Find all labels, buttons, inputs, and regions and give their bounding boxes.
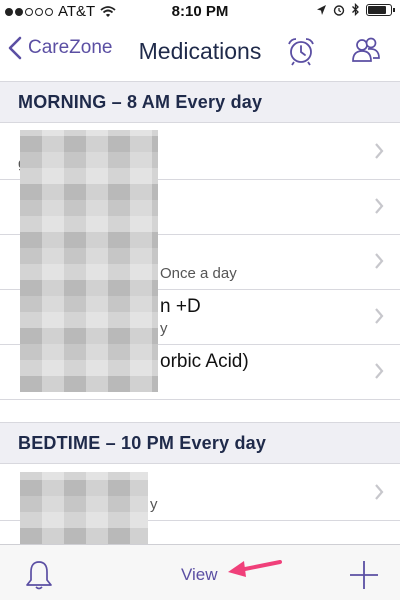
chevron-right-icon bbox=[375, 253, 384, 269]
status-right bbox=[316, 3, 395, 16]
add-button[interactable] bbox=[348, 559, 380, 596]
chevron-left-icon bbox=[8, 36, 22, 60]
battery-icon bbox=[366, 3, 395, 16]
plus-icon bbox=[350, 561, 378, 589]
medication-row[interactable] bbox=[0, 180, 400, 235]
medication-name: orbic Acid) bbox=[160, 351, 249, 372]
medication-schedule: g • Once a day bbox=[18, 155, 117, 172]
medication-schedule: Once a day bbox=[160, 265, 237, 282]
medication-row[interactable]: Once a day bbox=[0, 235, 400, 290]
alarm-status-icon bbox=[333, 4, 345, 16]
alarm-button[interactable] bbox=[286, 36, 316, 71]
people-icon bbox=[352, 37, 380, 62]
medication-row[interactable]: y bbox=[0, 466, 400, 521]
chevron-right-icon bbox=[375, 143, 384, 159]
back-button[interactable]: CareZone bbox=[8, 36, 113, 60]
medication-schedule: y bbox=[150, 496, 158, 513]
medication-schedule: y bbox=[160, 320, 168, 337]
chevron-right-icon bbox=[375, 484, 384, 500]
medication-name: n +D bbox=[160, 296, 201, 317]
people-button[interactable] bbox=[350, 36, 382, 69]
alarm-clock-icon bbox=[288, 38, 314, 66]
tab-bar: View bbox=[0, 544, 400, 600]
chevron-right-icon bbox=[375, 363, 384, 379]
bluetooth-icon bbox=[352, 3, 359, 16]
section-header-morning: MORNING – 8 AM Every day bbox=[0, 81, 400, 123]
medication-row[interactable]: n +D y bbox=[0, 290, 400, 345]
chevron-right-icon bbox=[375, 198, 384, 214]
back-button-label: CareZone bbox=[28, 37, 113, 58]
section-header-label: BEDTIME – 10 PM Every day bbox=[18, 433, 267, 453]
location-arrow-icon bbox=[317, 4, 326, 15]
nav-bar: CareZone Medications bbox=[0, 22, 400, 80]
notifications-button[interactable] bbox=[24, 559, 54, 596]
section-header-bedtime: BEDTIME – 10 PM Every day bbox=[0, 422, 400, 464]
medication-row[interactable]: g • Once a day bbox=[0, 125, 400, 180]
bell-icon bbox=[26, 561, 52, 590]
section-header-label: MORNING – 8 AM Every day bbox=[18, 92, 263, 112]
medication-row[interactable]: orbic Acid) bbox=[0, 345, 400, 400]
chevron-right-icon bbox=[375, 308, 384, 324]
view-button[interactable]: View bbox=[181, 565, 218, 585]
status-bar: AT&T 8:10 PM bbox=[0, 0, 400, 22]
